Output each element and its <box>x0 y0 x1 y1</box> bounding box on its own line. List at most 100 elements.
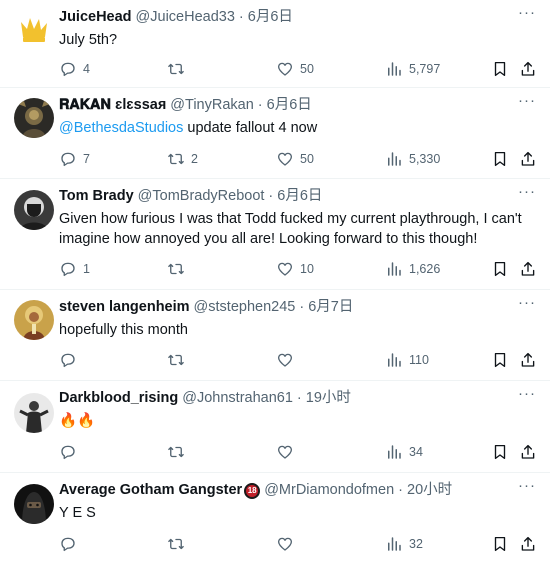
display-name[interactable]: Darkblood_rising <box>59 389 178 408</box>
reply-icon <box>61 152 75 167</box>
bookmark-button[interactable] <box>491 443 509 461</box>
reply-button[interactable] <box>59 351 83 369</box>
heart-icon <box>277 445 293 459</box>
timestamp[interactable]: 6月7日 <box>308 298 353 317</box>
separator-dot: · <box>299 299 305 315</box>
retweet-button[interactable] <box>167 351 191 369</box>
bookmark-button[interactable] <box>491 260 509 278</box>
share-icon <box>521 61 535 76</box>
more-icon[interactable]: ··· <box>518 5 536 26</box>
display-name[interactable]: Tom Brady <box>59 187 134 206</box>
reply-button[interactable]: 4 <box>59 60 90 78</box>
views-button[interactable]: 5,797 <box>385 60 440 78</box>
share-button[interactable] <box>519 260 537 278</box>
tweet[interactable]: JuiceHead @JuiceHead33 · 6月6日 ··· July 5… <box>0 0 550 88</box>
avatar[interactable] <box>14 484 54 524</box>
tweet-text: Given how furious I was that Todd fucked… <box>59 211 522 247</box>
share-button[interactable] <box>519 351 537 369</box>
views-button[interactable]: 32 <box>385 535 423 553</box>
views-icon <box>388 537 401 551</box>
retweet-button[interactable]: 2 <box>167 150 198 168</box>
bookmark-icon <box>494 536 506 552</box>
reply-count: 1 <box>83 262 90 276</box>
reply-button[interactable]: 7 <box>59 150 90 168</box>
more-icon[interactable]: ··· <box>518 386 536 407</box>
timestamp[interactable]: 20小时 <box>407 481 452 500</box>
share-icon <box>521 151 535 166</box>
timestamp[interactable]: 6月6日 <box>248 8 293 27</box>
reply-button[interactable] <box>59 535 83 553</box>
views-button[interactable]: 34 <box>385 443 423 461</box>
handle[interactable]: @Johnstrahan61 <box>182 389 293 408</box>
share-button[interactable] <box>519 60 537 78</box>
handle[interactable]: @ststephen245 <box>194 298 296 317</box>
avatar[interactable] <box>14 190 54 230</box>
action-bar: 1 10 1,626 <box>59 259 536 279</box>
heart-icon <box>277 62 293 76</box>
like-button[interactable] <box>276 351 300 369</box>
share-button[interactable] <box>519 150 537 168</box>
like-button[interactable]: 50 <box>276 60 314 78</box>
tweet-text: Y E S <box>59 505 96 521</box>
retweet-button[interactable] <box>167 60 191 78</box>
share-icon <box>521 261 535 276</box>
retweet-button[interactable] <box>167 535 191 553</box>
retweet-button[interactable] <box>167 260 191 278</box>
retweet-icon <box>168 354 184 366</box>
share-button[interactable] <box>519 535 537 553</box>
bookmark-button[interactable] <box>491 535 509 553</box>
bookmark-button[interactable] <box>491 351 509 369</box>
timestamp[interactable]: 6月6日 <box>277 187 322 206</box>
like-button[interactable] <box>276 443 300 461</box>
views-icon <box>388 353 401 367</box>
handle[interactable]: @TinyRakan <box>170 96 254 115</box>
tweet[interactable]: 𝐑𝐀𝐊𝐀𝐍 ɛlɛssaя @TinyRakan · 6月6日 ··· @Bet… <box>0 88 550 179</box>
like-button[interactable] <box>276 535 300 553</box>
handle[interactable]: @MrDiamondofmen <box>264 481 394 500</box>
display-name[interactable]: JuiceHead <box>59 8 132 27</box>
like-button[interactable]: 50 <box>276 150 314 168</box>
display-name[interactable]: 𝐑𝐀𝐊𝐀𝐍 ɛlɛssaя <box>59 96 166 115</box>
bookmark-icon <box>494 61 506 77</box>
bookmark-button[interactable] <box>491 150 509 168</box>
avatar[interactable] <box>14 98 54 138</box>
like-button[interactable]: 10 <box>276 260 314 278</box>
views-count: 32 <box>409 537 423 551</box>
display-name[interactable]: Average Gotham Gangster <box>59 481 242 500</box>
retweet-button[interactable] <box>167 443 191 461</box>
share-button[interactable] <box>519 443 537 461</box>
reply-feed: JuiceHead @JuiceHead33 · 6月6日 ··· July 5… <box>0 0 550 570</box>
views-button[interactable]: 110 <box>385 351 429 369</box>
reply-button[interactable]: 1 <box>59 260 90 278</box>
reply-button[interactable] <box>59 443 83 461</box>
display-name[interactable]: steven langenheim <box>59 298 190 317</box>
more-icon[interactable]: ··· <box>518 93 536 114</box>
bookmark-button[interactable] <box>491 60 509 78</box>
timestamp[interactable]: 19小时 <box>306 389 351 408</box>
action-bar: 34 <box>59 442 536 462</box>
reply-icon <box>61 445 75 460</box>
more-icon[interactable]: ··· <box>518 478 536 499</box>
timestamp[interactable]: 6月6日 <box>267 96 312 115</box>
tweet[interactable]: Tom Brady @TomBradyReboot · 6月6日 ··· Giv… <box>0 179 550 290</box>
avatar[interactable] <box>14 10 54 50</box>
retweet-icon <box>168 538 184 550</box>
tweet[interactable]: steven langenheim @ststephen245 · 6月7日 ·… <box>0 290 550 381</box>
avatar[interactable] <box>14 393 54 433</box>
tweet[interactable]: Average Gotham Gangster 18 @MrDiamondofm… <box>0 473 550 570</box>
handle[interactable]: @TomBradyReboot <box>138 187 265 206</box>
tweet-text: hopefully this month <box>59 322 188 338</box>
views-count: 1,626 <box>409 262 441 276</box>
views-count: 5,330 <box>409 152 441 166</box>
views-button[interactable]: 5,330 <box>385 150 440 168</box>
more-icon[interactable]: ··· <box>518 295 536 316</box>
handle[interactable]: @JuiceHead33 <box>136 8 235 27</box>
mention-link[interactable]: @BethesdaStudios <box>59 120 183 136</box>
views-button[interactable]: 1,626 <box>385 260 440 278</box>
bookmark-icon <box>494 151 506 167</box>
more-icon[interactable]: ··· <box>518 184 536 205</box>
retweet-icon <box>168 263 184 275</box>
avatar[interactable] <box>14 300 54 340</box>
tweet[interactable]: Darkblood_rising @Johnstrahan61 · 19小时 ·… <box>0 381 550 473</box>
retweet-icon <box>168 63 184 75</box>
